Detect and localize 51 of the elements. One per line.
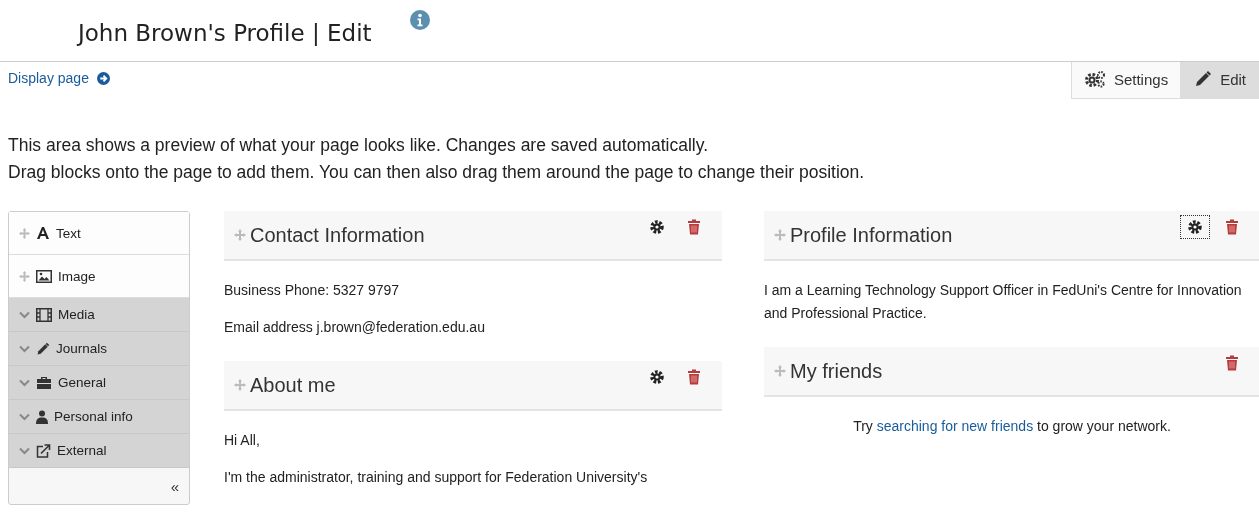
tab[interactable]: Edit	[1181, 62, 1259, 99]
block-text: Email address j.brown@federation.edu.au	[224, 318, 486, 337]
friends-search-link[interactable]: searching for new friends	[876, 418, 1034, 434]
palette-item[interactable]: Image	[9, 255, 189, 298]
film-icon	[36, 307, 52, 322]
chevron-down-icon	[19, 446, 30, 455]
letter-icon	[36, 226, 50, 240]
move-icon	[19, 227, 30, 239]
page-title: John Brown's Profile | Edit	[78, 20, 372, 46]
person-icon	[36, 409, 48, 424]
block-text: Try searching for new friends to grow your network.	[852, 417, 1172, 436]
info-icon[interactable]	[409, 10, 430, 30]
gears-icon	[1083, 70, 1106, 88]
palette-item[interactable]: Text	[9, 212, 189, 255]
chevron-down-icon	[19, 344, 30, 353]
block-text: Business Phone: 5327 9797	[224, 281, 401, 300]
trash-icon	[1225, 219, 1239, 235]
intro-text: Drag blocks onto the page to add them. You can then also drag them around the page to change their position.	[8, 162, 866, 183]
pencil-icon	[1194, 70, 1213, 88]
pencil-icon	[36, 341, 50, 356]
block-title: About me	[250, 373, 336, 397]
gear-icon	[1187, 219, 1203, 235]
trash-icon	[687, 369, 701, 385]
block-title: Contact Information	[250, 223, 425, 247]
gear-icon	[649, 219, 665, 235]
palette-item[interactable]: External	[9, 434, 189, 468]
arrow-right-icon	[96, 71, 110, 85]
intro-text: This area shows a preview of what your page looks like. Changes are saved automatically.	[8, 135, 710, 156]
gear-icon	[649, 369, 665, 385]
block-title: Profile Information	[790, 223, 953, 247]
palette-item[interactable]: Media	[9, 298, 189, 332]
tab[interactable]: Settings	[1070, 62, 1182, 99]
image-icon	[36, 269, 52, 283]
palette-item[interactable]: General	[9, 366, 189, 400]
trash-icon	[687, 219, 701, 235]
briefcase-icon	[36, 376, 52, 389]
chevron-down-icon	[19, 378, 30, 387]
settings-button[interactable]	[1180, 215, 1210, 239]
palette-item[interactable]: Personal info	[9, 400, 189, 434]
block-text: Hi All,	[224, 431, 261, 450]
block-title: My friends	[790, 359, 883, 383]
external-link-icon	[36, 443, 51, 458]
collapse-button[interactable]: «	[170, 477, 179, 495]
chevron-down-icon	[19, 412, 30, 421]
block-text: I'm the administrator, training and support for Federation University's	[224, 468, 649, 487]
chevron-down-icon	[19, 310, 30, 319]
move-icon	[19, 270, 30, 282]
trash-icon	[1225, 355, 1239, 371]
block-text: I am a Learning Technology Support Officer in FedUni's Centre for Innovation and Professional Practice.	[764, 281, 1243, 323]
display-page-link[interactable]: Display page	[8, 70, 110, 86]
palette-item[interactable]: Journals	[9, 332, 189, 366]
